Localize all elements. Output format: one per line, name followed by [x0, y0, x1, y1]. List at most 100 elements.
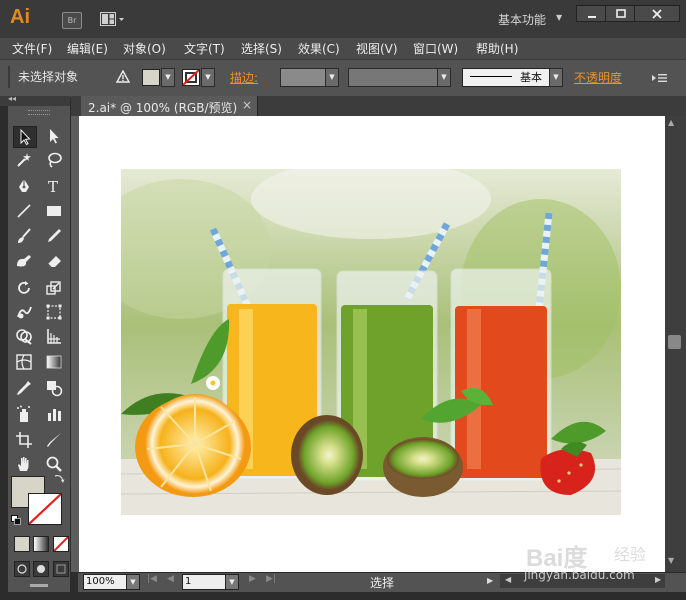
stroke-swatch[interactable] — [28, 493, 62, 525]
opacity-label[interactable]: 不透明度 — [574, 69, 622, 86]
magic-wand-tool-icon[interactable] — [13, 150, 35, 170]
panel-menu-icon[interactable] — [652, 72, 668, 86]
stroke-color-swatch[interactable] — [182, 69, 200, 86]
column-graph-tool-icon[interactable] — [43, 404, 65, 424]
menu-help[interactable]: 帮助(H) — [476, 40, 518, 57]
scroll-left-arrow-icon[interactable]: ◀ — [505, 575, 511, 584]
default-fill-stroke-icon[interactable] — [11, 514, 21, 528]
menu-edit[interactable]: 编辑(E) — [67, 40, 108, 57]
brush-definition-label: 基本 — [520, 71, 542, 84]
menu-window[interactable]: 窗口(W) — [413, 40, 458, 57]
variable-width-profile-field[interactable] — [348, 68, 438, 87]
scroll-down-arrow-icon[interactable]: ▼ — [668, 556, 674, 565]
gradient-mode-button[interactable] — [33, 536, 49, 552]
close-window-button[interactable] — [634, 5, 680, 22]
artboard-chevron-icon[interactable]: ▼ — [225, 574, 239, 590]
arrange-documents-button[interactable] — [100, 12, 126, 27]
tools-panel-header[interactable]: ◂◂ — [0, 94, 70, 106]
blend-tool-icon[interactable] — [43, 378, 65, 398]
warning-icon[interactable] — [115, 69, 131, 86]
status-menu-arrow-icon[interactable]: ▶ — [487, 576, 493, 585]
panel-grip[interactable] — [8, 66, 10, 88]
swap-fill-stroke-icon[interactable] — [53, 472, 65, 487]
hand-tool-icon[interactable] — [13, 454, 35, 474]
blob-brush-tool-icon[interactable] — [13, 251, 35, 271]
pencil-tool-icon[interactable] — [43, 226, 65, 246]
scroll-up-arrow-icon[interactable]: ▲ — [668, 118, 674, 127]
menu-effect[interactable]: 效果(C) — [298, 40, 340, 57]
profile-chevron-icon[interactable]: ▼ — [437, 68, 451, 87]
chevron-down-icon[interactable]: ▼ — [556, 13, 562, 22]
window-bottom-edge — [0, 592, 686, 600]
stroke-weight-input[interactable] — [280, 68, 326, 87]
brush-stroke-preview — [470, 76, 512, 77]
vertical-scroll-thumb[interactable] — [668, 335, 681, 349]
free-transform-tool-icon[interactable] — [43, 302, 65, 322]
menu-object[interactable]: 对象(O) — [123, 40, 166, 57]
artboard-tool-icon[interactable] — [13, 430, 35, 450]
close-icon — [652, 8, 662, 19]
zoom-level-field[interactable]: 100% — [83, 574, 127, 590]
fill-dropdown-chevron-icon[interactable]: ▼ — [161, 68, 175, 87]
menu-view[interactable]: 视图(V) — [356, 40, 398, 57]
illustrator-logo: Ai — [10, 6, 30, 28]
zoom-chevron-icon[interactable]: ▼ — [126, 574, 140, 590]
eraser-tool-icon[interactable] — [43, 251, 65, 271]
current-tool-status[interactable]: 选择 — [370, 574, 394, 591]
selection-status: 未选择对象 — [18, 70, 79, 84]
direct-selection-tool-icon[interactable] — [43, 126, 65, 146]
scroll-right-arrow-icon[interactable]: ▶ — [655, 575, 661, 584]
stroke-label[interactable]: 描边: — [230, 69, 258, 86]
stroke-dropdown-chevron-icon[interactable]: ▼ — [201, 68, 215, 87]
color-mode-button[interactable] — [14, 536, 30, 552]
panel-grip[interactable] — [28, 110, 50, 115]
pen-tool-icon[interactable] — [13, 176, 35, 196]
shape-builder-tool-icon[interactable] — [13, 326, 35, 346]
brush-chevron-icon[interactable]: ▼ — [549, 68, 563, 87]
pasteboard-edge — [71, 116, 79, 572]
previous-artboard-icon[interactable]: ◀ — [167, 574, 174, 584]
arrange-documents-icon — [100, 12, 124, 26]
draw-behind-button[interactable] — [33, 561, 49, 577]
lasso-tool-icon[interactable] — [43, 150, 65, 170]
selection-tool-icon[interactable] — [13, 126, 37, 148]
stroke-weight-chevron-icon[interactable]: ▼ — [325, 68, 339, 87]
slice-tool-icon[interactable] — [43, 430, 65, 450]
maximize-button[interactable] — [605, 5, 637, 22]
screen-mode-button[interactable] — [30, 584, 48, 587]
first-artboard-icon[interactable]: |◀ — [147, 574, 157, 584]
menu-file[interactable]: 文件(F) — [12, 40, 52, 57]
eyedropper-tool-icon[interactable] — [13, 378, 35, 398]
line-segment-tool-icon[interactable] — [13, 201, 35, 221]
rotate-tool-icon[interactable] — [13, 278, 35, 298]
scale-tool-icon[interactable] — [43, 278, 65, 298]
rectangle-tool-icon[interactable] — [43, 201, 65, 221]
draw-normal-button[interactable] — [14, 561, 30, 577]
document-tab-label[interactable]: 2.ai* @ 100% (RGB/预览) — [88, 99, 237, 116]
type-tool-icon[interactable]: T — [43, 176, 65, 196]
minimize-button[interactable] — [576, 5, 608, 22]
bridge-button[interactable]: Br — [62, 12, 82, 29]
next-artboard-icon[interactable]: ▶ — [249, 574, 256, 584]
none-mode-button[interactable] — [53, 536, 69, 552]
last-artboard-icon[interactable]: ▶| — [266, 574, 276, 584]
draw-inside-button[interactable] — [53, 561, 69, 577]
collapse-panel-icon[interactable]: ◂◂ — [8, 94, 16, 103]
workspace-switcher[interactable]: 基本功能 — [498, 11, 546, 28]
artboard-number-field[interactable]: 1 — [182, 574, 226, 590]
perspective-grid-tool-icon[interactable] — [43, 326, 65, 346]
juice-photo-image[interactable] — [121, 169, 621, 515]
symbol-sprayer-tool-icon[interactable] — [13, 404, 35, 424]
menu-bar: 文件(F) 编辑(E) 对象(O) 文字(T) 选择(S) 效果(C) 视图(V… — [0, 38, 686, 59]
menu-select[interactable]: 选择(S) — [241, 40, 282, 57]
warp-tool-icon[interactable] — [13, 302, 35, 322]
zoom-tool-icon[interactable] — [43, 454, 65, 474]
mesh-tool-icon[interactable] — [13, 352, 35, 372]
fill-color-swatch[interactable] — [142, 69, 160, 86]
paintbrush-tool-icon[interactable] — [13, 226, 35, 246]
baidu-watermark-url: jingyan.baidu.com — [524, 568, 635, 582]
menu-type[interactable]: 文字(T) — [184, 40, 225, 57]
close-tab-icon[interactable]: × — [242, 98, 252, 112]
baidu-watermark-site: 经验 — [614, 545, 647, 564]
gradient-tool-icon[interactable] — [43, 352, 65, 372]
